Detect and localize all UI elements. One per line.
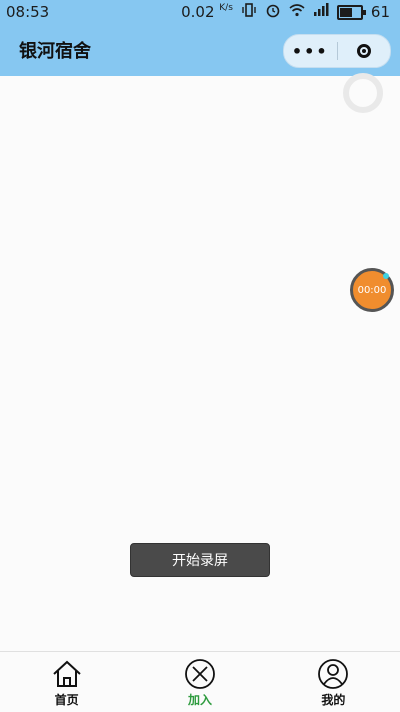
tab-bar: 首页 加入 我的 [0,651,400,712]
network-speed: 0.02 K/s [181,3,233,21]
tab-join[interactable]: 加入 [133,652,266,712]
status-bar: 08:53 0.02 K/s 61 [0,0,400,24]
tab-mine-label: 我的 [321,693,346,707]
battery-level: 61 [370,3,390,21]
signal-icon [313,2,329,22]
status-icons: 0.02 K/s 61 [181,2,400,22]
tab-home[interactable]: 首页 [0,652,133,712]
close-button[interactable] [338,44,391,58]
user-icon [318,659,349,689]
vibrate-icon [241,2,257,22]
page-title: 银河宿舍 [19,41,91,62]
clock: 08:53 [6,3,50,21]
recording-timer-button[interactable]: 00:00 [350,268,394,312]
tab-join-label: 加入 [187,693,212,707]
timer-value: 00:00 [357,284,387,296]
loading-ring-icon [343,73,383,113]
alarm-icon [265,2,281,22]
tab-mine[interactable]: 我的 [267,652,400,712]
exit-icon [356,44,371,58]
home-icon [52,660,81,687]
wifi-icon [289,2,305,22]
start-recording-button[interactable]: 开始录屏 [130,543,270,577]
close-circle-icon [185,659,215,689]
mini-program-capsule: ••• [283,34,391,68]
battery-icon [336,4,366,20]
more-button[interactable]: ••• [284,42,337,61]
recording-indicator-dot [383,273,389,279]
tab-home-label: 首页 [54,693,79,707]
navigation-bar: 银河宿舍 ••• [0,24,400,76]
